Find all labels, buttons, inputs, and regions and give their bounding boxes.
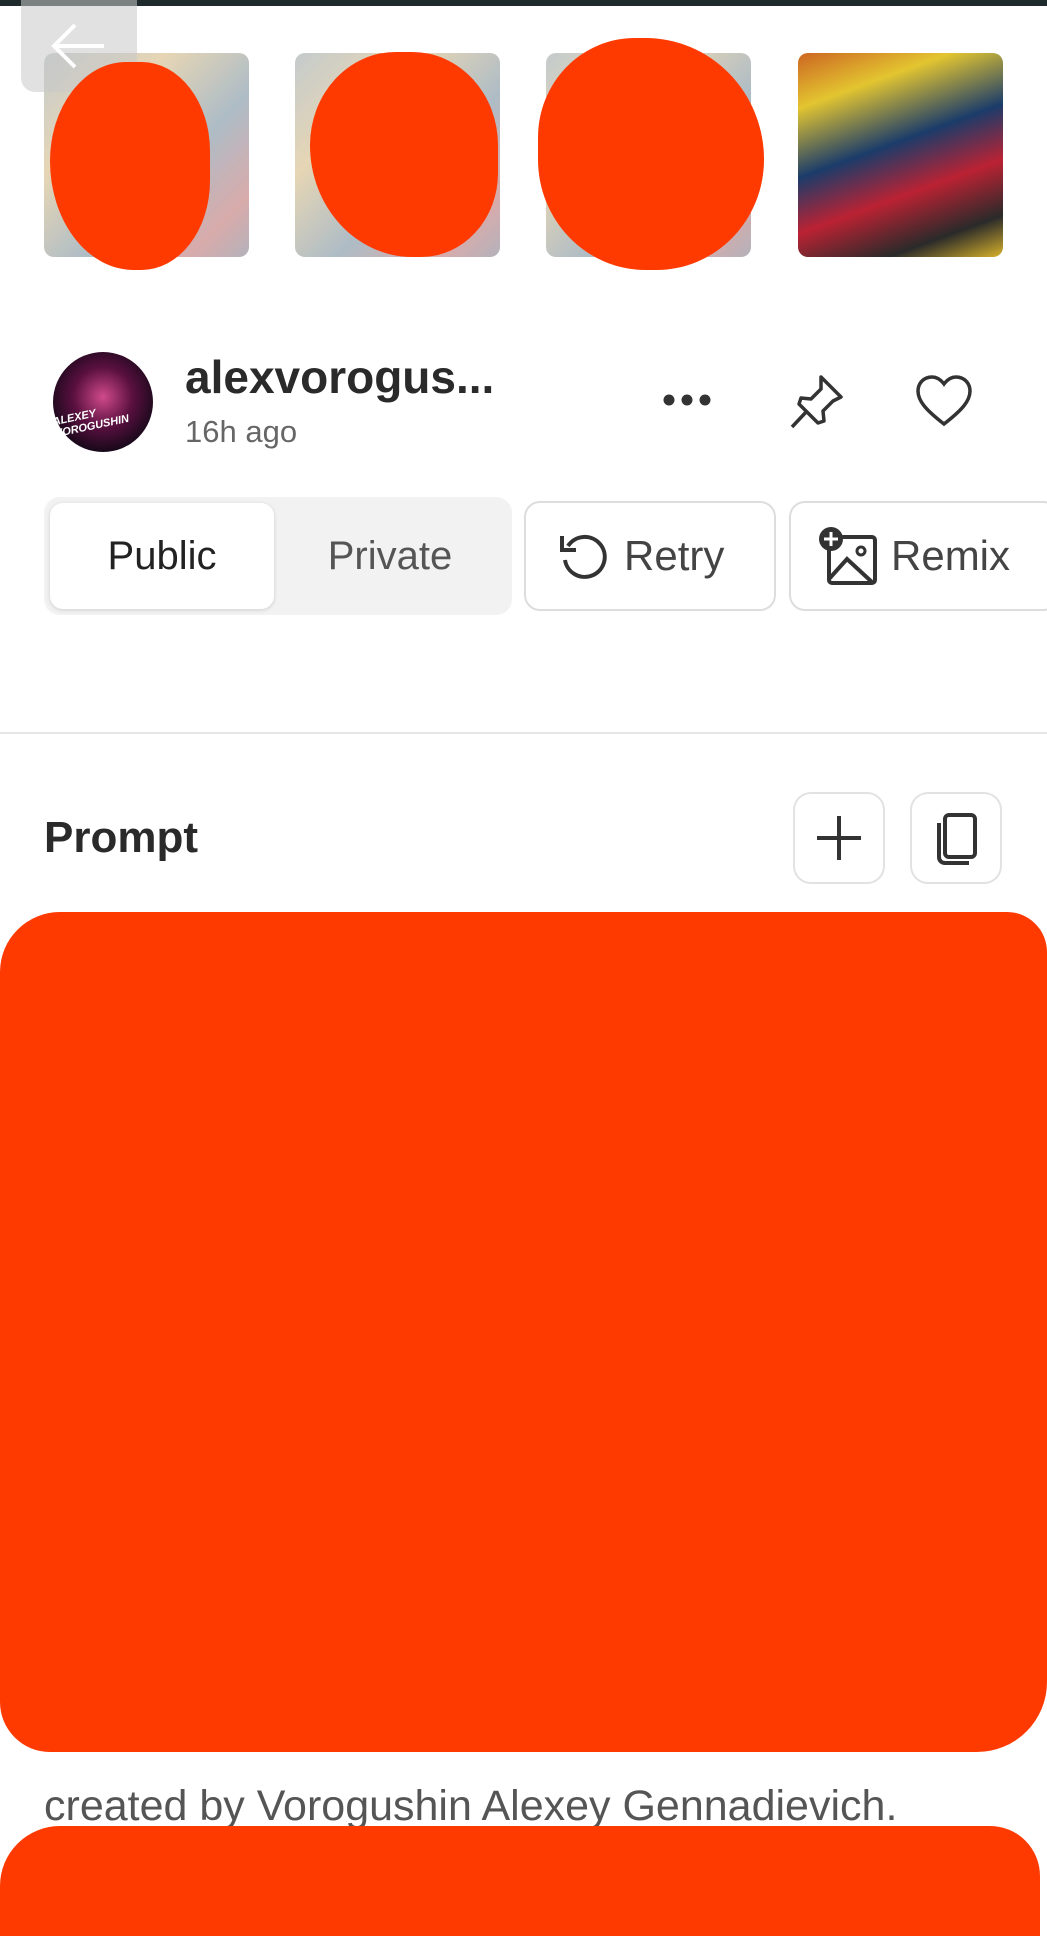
ellipsis-icon: [663, 394, 711, 406]
heart-icon: [916, 375, 972, 427]
username[interactable]: alexvorogus...: [185, 350, 494, 404]
remix-button[interactable]: Remix: [789, 501, 1047, 611]
remix-label: Remix: [891, 532, 1011, 579]
avatar-logo-text: ALEXEY VOROGUSHIN: [51, 407, 131, 441]
avatar[interactable]: ALEXEY VOROGUSHIN: [51, 352, 153, 452]
retry-label: Retry: [624, 532, 725, 579]
plus-icon: [817, 816, 861, 860]
retry-button[interactable]: Retry: [524, 501, 776, 611]
timestamp: 16h ago: [185, 414, 298, 449]
visibility-private-option[interactable]: Private: [274, 503, 506, 609]
retry-icon: [560, 534, 607, 579]
top-image-edge: [0, 0, 1047, 6]
pin-button[interactable]: [784, 370, 850, 432]
prompt-text: created by Vorogushin Alexey Gennadievic…: [44, 1782, 898, 1830]
redaction: [0, 912, 1047, 1752]
like-button[interactable]: [911, 370, 977, 432]
prompt-heading: Prompt: [44, 813, 198, 862]
divider: [0, 732, 1047, 734]
visibility-public-option[interactable]: Public: [50, 503, 274, 609]
add-prompt-button[interactable]: [793, 792, 885, 884]
arrow-left-icon: [51, 23, 104, 69]
image-plus-icon: [819, 527, 877, 585]
thumbnail-4-selected[interactable]: [798, 53, 1003, 257]
copy-prompt-button[interactable]: [910, 792, 1002, 884]
more-button[interactable]: [657, 372, 717, 428]
pin-icon: [790, 375, 843, 429]
copy-icon: [937, 813, 977, 865]
